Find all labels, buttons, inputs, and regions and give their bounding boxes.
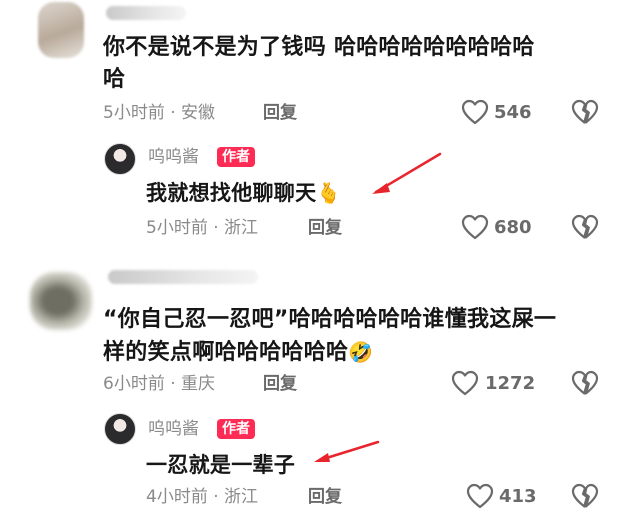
finger-heart-emoji: 🫰 xyxy=(316,181,342,205)
heart-icon xyxy=(466,483,494,509)
like-button[interactable] xyxy=(461,99,489,125)
dislike-button[interactable] xyxy=(571,483,599,509)
rofl-emoji: 🤣 xyxy=(348,340,374,364)
commenter-avatar[interactable] xyxy=(30,272,92,330)
broken-heart-icon xyxy=(571,99,599,124)
comment-text: 你不是说不是为了钱吗 哈哈哈哈哈哈哈哈哈 哈 xyxy=(103,32,623,96)
reply-author-name[interactable]: 呜呜酱 xyxy=(148,145,199,169)
reply-text: 一忍就是一辈子 xyxy=(146,453,296,477)
reply-text-content: 我就想找他聊聊天 xyxy=(146,181,317,205)
author-badge: 作者 xyxy=(217,419,255,439)
dislike-button[interactable] xyxy=(571,214,599,240)
like-count: 680 xyxy=(494,217,532,238)
comment-time-location: 6小时前 · 重庆 xyxy=(103,374,216,394)
author-avatar[interactable] xyxy=(104,413,136,445)
comment-time-location: 5小时前 · 安徽 xyxy=(103,103,216,123)
heart-icon xyxy=(461,99,489,125)
reply-text: 我就想找他聊聊天🫰 xyxy=(146,178,342,208)
heart-icon xyxy=(451,370,479,396)
reply-time-location: 4小时前 · 浙江 xyxy=(146,487,259,507)
author-avatar[interactable] xyxy=(104,143,136,175)
broken-heart-icon xyxy=(571,214,599,239)
reply-button[interactable]: 回复 xyxy=(308,216,342,240)
dislike-button[interactable] xyxy=(571,99,599,125)
commenter-name-blurred[interactable] xyxy=(106,6,186,20)
dislike-button[interactable] xyxy=(571,370,599,396)
reply-button[interactable]: 回复 xyxy=(263,101,297,125)
red-arrow-annotation xyxy=(312,440,382,465)
author-badge: 作者 xyxy=(217,147,255,167)
reply-author-name[interactable]: 呜呜酱 xyxy=(148,417,199,441)
commenter-name-blurred[interactable] xyxy=(108,270,258,284)
comment-text: “你自己忍一忍吧”哈哈哈哈哈哈谁懂我这屎一 样的笑点啊哈哈哈哈哈哈🤣 xyxy=(103,304,623,369)
comment-text-line2: 哈 xyxy=(103,67,126,92)
like-count: 413 xyxy=(499,486,537,507)
like-button[interactable] xyxy=(451,370,479,396)
broken-heart-icon xyxy=(571,370,599,395)
heart-icon xyxy=(461,214,489,240)
red-arrow-annotation xyxy=(370,152,445,197)
reply-button[interactable]: 回复 xyxy=(308,485,342,509)
like-count: 1272 xyxy=(485,373,536,394)
like-button[interactable] xyxy=(461,214,489,240)
reply-time-location: 5小时前 · 浙江 xyxy=(146,218,259,238)
comment-text-line1: 你不是说不是为了钱吗 哈哈哈哈哈哈哈哈哈 xyxy=(103,35,535,60)
comment-text-line1: “你自己忍一忍吧”哈哈哈哈哈哈谁懂我这屎一 xyxy=(103,307,557,332)
like-button[interactable] xyxy=(466,483,494,509)
broken-heart-icon xyxy=(571,483,599,508)
comment-text-line2: 样的笑点啊哈哈哈哈哈哈 xyxy=(103,340,349,365)
commenter-avatar[interactable] xyxy=(38,2,84,58)
like-count: 546 xyxy=(494,102,532,123)
reply-button[interactable]: 回复 xyxy=(263,372,297,396)
